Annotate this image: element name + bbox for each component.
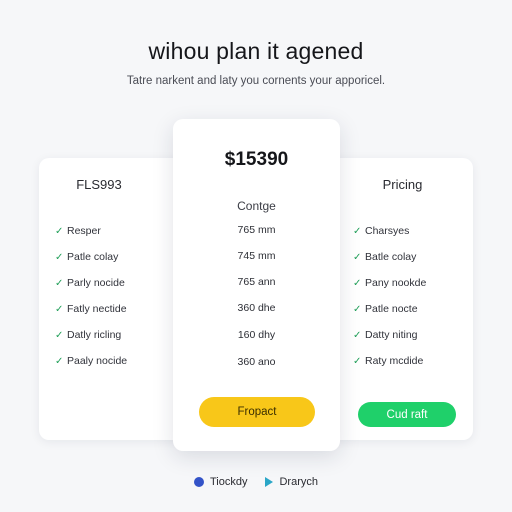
list-item: ✓ Patle colay <box>55 251 119 263</box>
footer: Tiockdy Drarych <box>0 476 512 488</box>
check-icon: ✓ <box>55 355 64 367</box>
shield-icon <box>193 477 204 487</box>
cta-button-featured[interactable]: Fropact <box>199 397 315 427</box>
check-icon: ✓ <box>55 303 64 315</box>
check-icon: ✓ <box>353 225 362 237</box>
list-item: 765 mm <box>237 224 276 236</box>
list-item: ✓ Resper <box>55 225 101 237</box>
footer-link-right[interactable]: Drarych <box>265 476 318 488</box>
cta-button-right[interactable]: Cud raft <box>358 402 456 427</box>
list-item: 745 mm <box>237 250 276 262</box>
check-icon: ✓ <box>353 251 362 263</box>
plan-price: $15390 <box>224 149 289 170</box>
plan-subtitle: Contge <box>237 199 276 213</box>
footer-link-left[interactable]: Tiockdy <box>193 476 247 488</box>
list-item: 360 ano <box>237 356 276 368</box>
plan-title-left: FLS993 <box>76 177 122 192</box>
check-icon: ✓ <box>55 277 64 289</box>
list-item: 360 dhe <box>237 302 276 314</box>
list-item: ✓ Paaly nocide <box>55 355 128 367</box>
plan-card-left: FLS993 ✓ Resper ✓ Patle colay ✓ Parly nocid… <box>39 158 189 440</box>
list-item: ✓ Batle colay <box>353 251 417 263</box>
plan-title-right: Pricing <box>382 177 423 192</box>
page-subtitle: Tatre narkent and laty you cornents your… <box>126 75 386 87</box>
list-item: 160 dhy <box>237 329 276 341</box>
list-item: ✓ Raty mcdide <box>353 355 424 367</box>
check-icon: ✓ <box>353 329 362 341</box>
check-icon: ✓ <box>353 355 362 367</box>
list-item: 765 ann <box>237 276 276 288</box>
check-icon: ✓ <box>353 277 362 289</box>
list-item: ✓ Parly nocide <box>55 277 125 289</box>
check-icon: ✓ <box>55 329 64 341</box>
check-icon: ✓ <box>353 303 362 315</box>
check-icon: ✓ <box>55 225 64 237</box>
list-item: ✓ Datly ricling <box>55 329 122 341</box>
play-icon <box>265 477 274 487</box>
list-item: ✓ Pany nookde <box>353 277 427 289</box>
check-icon: ✓ <box>55 251 64 263</box>
list-item: ✓ Charsyes <box>353 225 410 237</box>
page-title: wihou plan it agened <box>148 38 364 64</box>
list-item: ✓ Patle nocte <box>353 303 418 315</box>
plan-card-right: Pricing ✓ Charsyes ✓ Batle colay ✓ Pany noo… <box>324 158 473 440</box>
list-item: ✓ Datty niting <box>353 329 418 341</box>
list-item: ✓ Fatly nectide <box>55 303 127 315</box>
plan-card-featured: $15390 Contge 765 mm 745 mm 765 ann 360 … <box>173 119 340 451</box>
